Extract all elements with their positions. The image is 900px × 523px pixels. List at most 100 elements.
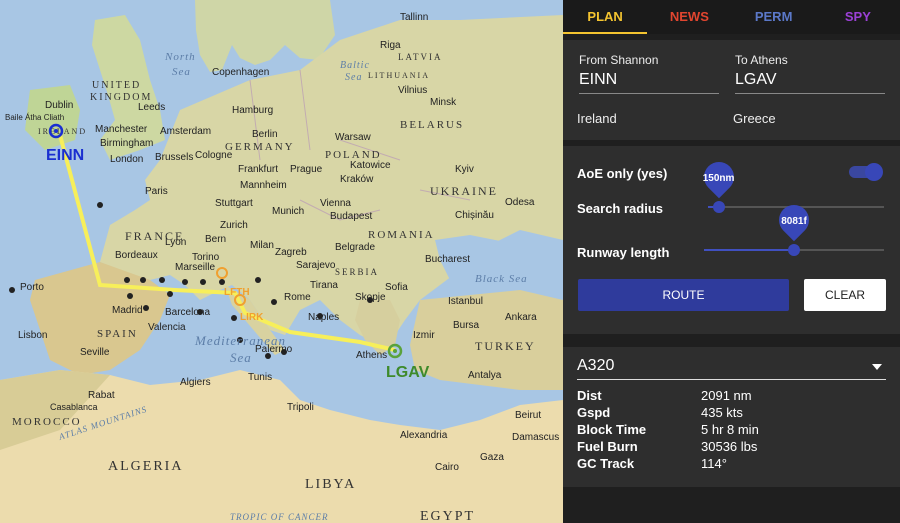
map-label: Hamburg (232, 105, 273, 116)
map-label: Budapest (330, 211, 372, 222)
map-label: Sea (230, 350, 252, 365)
airport-marker[interactable] (127, 293, 133, 299)
map-label: Cologne (195, 150, 233, 161)
map[interactable]: North Sea Baltic Sea Copenhagen LATVIA R… (0, 0, 563, 523)
route-card: From Shannon EINN To Athens LGAV Ireland… (563, 40, 900, 140)
map-label: Vienna (320, 198, 351, 209)
map-label: Zurich (220, 220, 248, 231)
airport-marker[interactable] (140, 277, 146, 283)
map-label: Alexandria (400, 430, 448, 441)
tab-plan[interactable]: PLAN (563, 0, 648, 34)
map-label: EGYPT (420, 509, 475, 523)
stop-label-lirk: LIRK (240, 312, 264, 323)
map-label: Dublin (45, 100, 73, 111)
map-label: Lisbon (18, 330, 47, 341)
route-button[interactable]: ROUTE (578, 279, 789, 311)
options-card: AoE only (yes) Search radius 150nm Runwa… (563, 146, 900, 334)
from-field[interactable]: EINN (579, 71, 719, 94)
map-label: Tallinn (400, 12, 428, 23)
map-label: Warsaw (335, 132, 372, 143)
map-label: Minsk (430, 97, 457, 108)
map-label: Black Sea (475, 273, 528, 285)
map-label: Prague (290, 164, 323, 175)
tab-bar: PLAN NEWS PERM SPY (563, 0, 900, 34)
airport-marker[interactable] (9, 287, 15, 293)
slider-thumb[interactable] (788, 244, 800, 256)
map-label: Rome (284, 292, 311, 303)
airport-marker[interactable] (143, 305, 149, 311)
aircraft-select[interactable]: A320 (577, 357, 886, 380)
slider-thumb[interactable] (712, 201, 725, 213)
stat-value: 5 hr 8 min (701, 422, 759, 437)
map-label: Chișinău (455, 210, 494, 221)
map-label: Antalya (468, 370, 502, 381)
runway-slider[interactable]: 8081f (704, 198, 884, 256)
clear-button[interactable]: CLEAR (804, 279, 886, 311)
aoe-label: AoE only (yes) (577, 166, 668, 181)
map-label: Ankara (505, 312, 537, 323)
map-label: Leeds (138, 102, 165, 113)
map-label: Tunis (248, 372, 272, 383)
runway-label: Runway length (577, 245, 670, 260)
stat-key: Fuel Burn (577, 439, 638, 454)
map-label: Izmir (413, 330, 435, 341)
airport-marker[interactable] (124, 277, 130, 283)
map-label: Bern (205, 234, 226, 245)
map-label: Madrid (112, 305, 143, 316)
map-label: UNITED (92, 80, 141, 91)
stat-key: Dist (577, 388, 602, 403)
map-label: Porto (20, 282, 44, 293)
map-label: Tripoli (287, 402, 314, 413)
map-label: GERMANY (225, 141, 295, 153)
map-label: Birmingham (100, 138, 153, 149)
map-label: Sofia (385, 282, 408, 293)
map-label: Copenhagen (212, 67, 269, 78)
map-label: Manchester (95, 124, 148, 135)
map-label: Riga (380, 40, 401, 51)
map-label: Zagreb (275, 247, 307, 258)
stat-value: 435 kts (701, 405, 743, 420)
airport-marker[interactable] (200, 279, 206, 285)
aircraft-card: A320 Dist 2091 nm Gspd 435 kts Block Tim… (563, 347, 900, 487)
airport-marker[interactable] (159, 277, 165, 283)
map-label: Athens (356, 350, 387, 361)
map-label: London (110, 154, 143, 165)
map-label: Rabat (88, 390, 115, 401)
airport-marker[interactable] (255, 277, 261, 283)
from-country: Ireland (577, 111, 617, 126)
map-label: Skopje (355, 292, 386, 303)
map-label: Stuttgart (215, 198, 253, 209)
map-label: Katowice (350, 160, 391, 171)
map-label: Munich (272, 206, 304, 217)
from-label: From Shannon (579, 53, 659, 67)
map-label: Marseille (175, 262, 215, 273)
airport-marker[interactable] (182, 279, 188, 285)
airport-marker[interactable] (219, 279, 225, 285)
airport-marker[interactable] (97, 202, 103, 208)
airport-marker[interactable] (231, 315, 237, 321)
destination-label: LGAV (386, 364, 430, 381)
tab-perm[interactable]: PERM (732, 0, 816, 34)
tab-spy[interactable]: SPY (816, 0, 900, 34)
map-label: SPAIN (97, 328, 138, 340)
stat-value: 114° (701, 456, 727, 471)
map-label: TROPIC OF CANCER (230, 512, 329, 522)
airport-marker[interactable] (271, 299, 277, 305)
map-label: Tirana (310, 280, 338, 291)
map-label: LIBYA (305, 477, 356, 492)
tab-news[interactable]: NEWS (647, 0, 731, 34)
map-label: Baltic (340, 60, 370, 71)
to-field[interactable]: LGAV (735, 71, 885, 94)
map-label: Frankfurt (238, 164, 278, 175)
map-label: Paris (145, 186, 168, 197)
map-label: Naples (308, 312, 339, 323)
map-label: Damascus (512, 432, 559, 443)
map-label: SERBIA (335, 267, 379, 277)
map-label: Sarajevo (296, 260, 336, 271)
map-label: Valencia (148, 322, 186, 333)
airport-marker[interactable] (167, 291, 173, 297)
map-label: Bursa (453, 320, 480, 331)
aoe-toggle[interactable] (849, 163, 883, 181)
map-label: Amsterdam (160, 126, 211, 137)
map-label: Cairo (435, 462, 459, 473)
